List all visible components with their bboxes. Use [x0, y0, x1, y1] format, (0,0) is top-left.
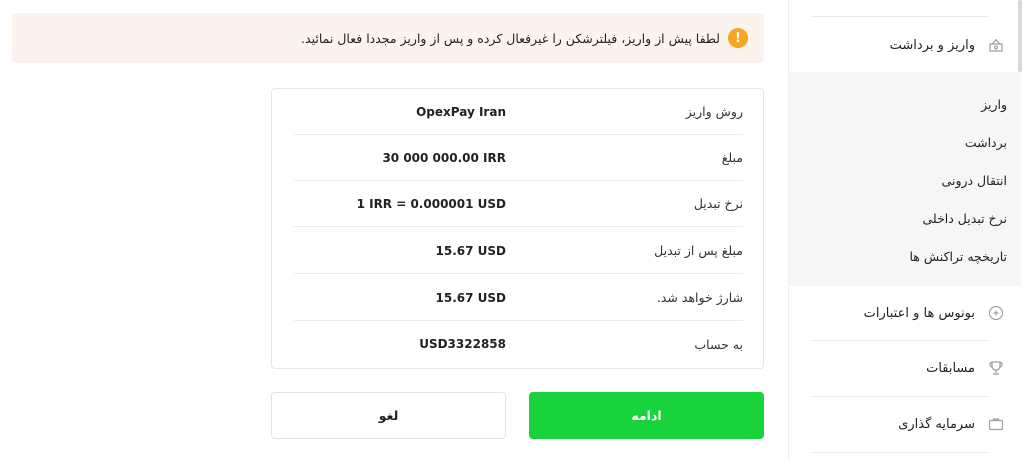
detail-row-amount: 30 000 000.00 IRR مبلغ — [294, 135, 743, 181]
page: ! لطفا پیش از واریز، فیلترشکن را غیرفعال… — [0, 0, 1024, 460]
detail-value: 30 000 000.00 IRR — [382, 150, 506, 165]
sidebar-item-competitions[interactable]: مسابقات — [789, 349, 1021, 387]
detail-label: روش واریز — [685, 104, 743, 119]
cancel-button[interactable]: لغو — [271, 392, 506, 439]
scrollbar[interactable] — [1018, 0, 1022, 72]
sidebar-subitem-internal-exchange-rate[interactable]: نرخ تبدیل داخلی — [789, 203, 1021, 233]
sidebar-item-deposit-withdraw[interactable]: واریز و برداشت — [789, 26, 1021, 64]
detail-row-exchange-rate: 1 IRR = 0.000001 USD نرخ تبدیل — [294, 181, 743, 227]
sidebar-subitem-transaction-history[interactable]: تاریخچه تراکنش ها — [789, 241, 1021, 271]
bonus-icon — [985, 302, 1007, 324]
wallet-icon — [985, 34, 1007, 56]
detail-label: به حساب — [694, 336, 743, 352]
alert-text: لطفا پیش از واریز، فیلترشکن را غیرفعال ک… — [301, 30, 720, 46]
sidebar-item-investment[interactable]: سرمایه گذاری — [789, 405, 1021, 443]
detail-row-account: USD3322858 به حساب — [294, 321, 743, 367]
divider — [811, 452, 989, 453]
sidebar-subitem-internal-transfer[interactable]: انتقال درونی — [789, 165, 1021, 195]
divider — [811, 340, 989, 341]
detail-value: 15.67 USD — [435, 290, 506, 305]
detail-value: USD3322858 — [419, 337, 506, 351]
sidebar-item-label: واریز و برداشت — [889, 37, 975, 53]
warning-icon: ! — [728, 28, 748, 48]
sidebar-subitem-withdraw[interactable]: برداشت — [789, 127, 1021, 157]
sidebar-item-label: سرمایه گذاری — [898, 416, 975, 432]
vpn-warning-alert: ! لطفا پیش از واریز، فیلترشکن را غیرفعال… — [12, 13, 764, 63]
divider — [811, 396, 989, 397]
detail-label: نرخ تبدیل — [693, 196, 743, 211]
detail-label: مبلغ پس از تبدیل — [654, 243, 743, 258]
detail-row-method: OpexPay Iran روش واریز — [294, 89, 743, 135]
detail-row-converted-amount: 15.67 USD مبلغ پس از تبدیل — [294, 228, 743, 274]
detail-label: شارژ خواهد شد. — [656, 290, 743, 305]
sidebar-subitem-deposit[interactable]: واریز — [789, 89, 1021, 119]
sidebar-item-label: مسابقات — [926, 360, 975, 376]
sidebar: واریز و برداشت واریز برداشت انتقال درونی… — [788, 0, 1021, 460]
detail-value: OpexPay Iran — [416, 104, 506, 119]
sidebar-item-label: بونوس ها و اعتبارات — [863, 305, 975, 321]
briefcase-icon — [985, 413, 1007, 435]
divider — [811, 16, 989, 17]
deposit-details-card: OpexPay Iran روش واریز 30 000 000.00 IRR… — [271, 88, 764, 369]
trophy-icon — [985, 357, 1007, 379]
detail-value: 15.67 USD — [435, 243, 506, 258]
detail-label: مبلغ — [721, 150, 743, 165]
sidebar-item-bonuses[interactable]: بونوس ها و اعتبارات — [789, 294, 1021, 332]
deposit-submenu: واریز برداشت انتقال درونی نرخ تبدیل داخل… — [789, 72, 1021, 286]
continue-button[interactable]: ادامه — [529, 392, 764, 439]
detail-value: 1 IRR = 0.000001 USD — [356, 196, 506, 211]
detail-row-charge: 15.67 USD شارژ خواهد شد. — [294, 275, 743, 321]
